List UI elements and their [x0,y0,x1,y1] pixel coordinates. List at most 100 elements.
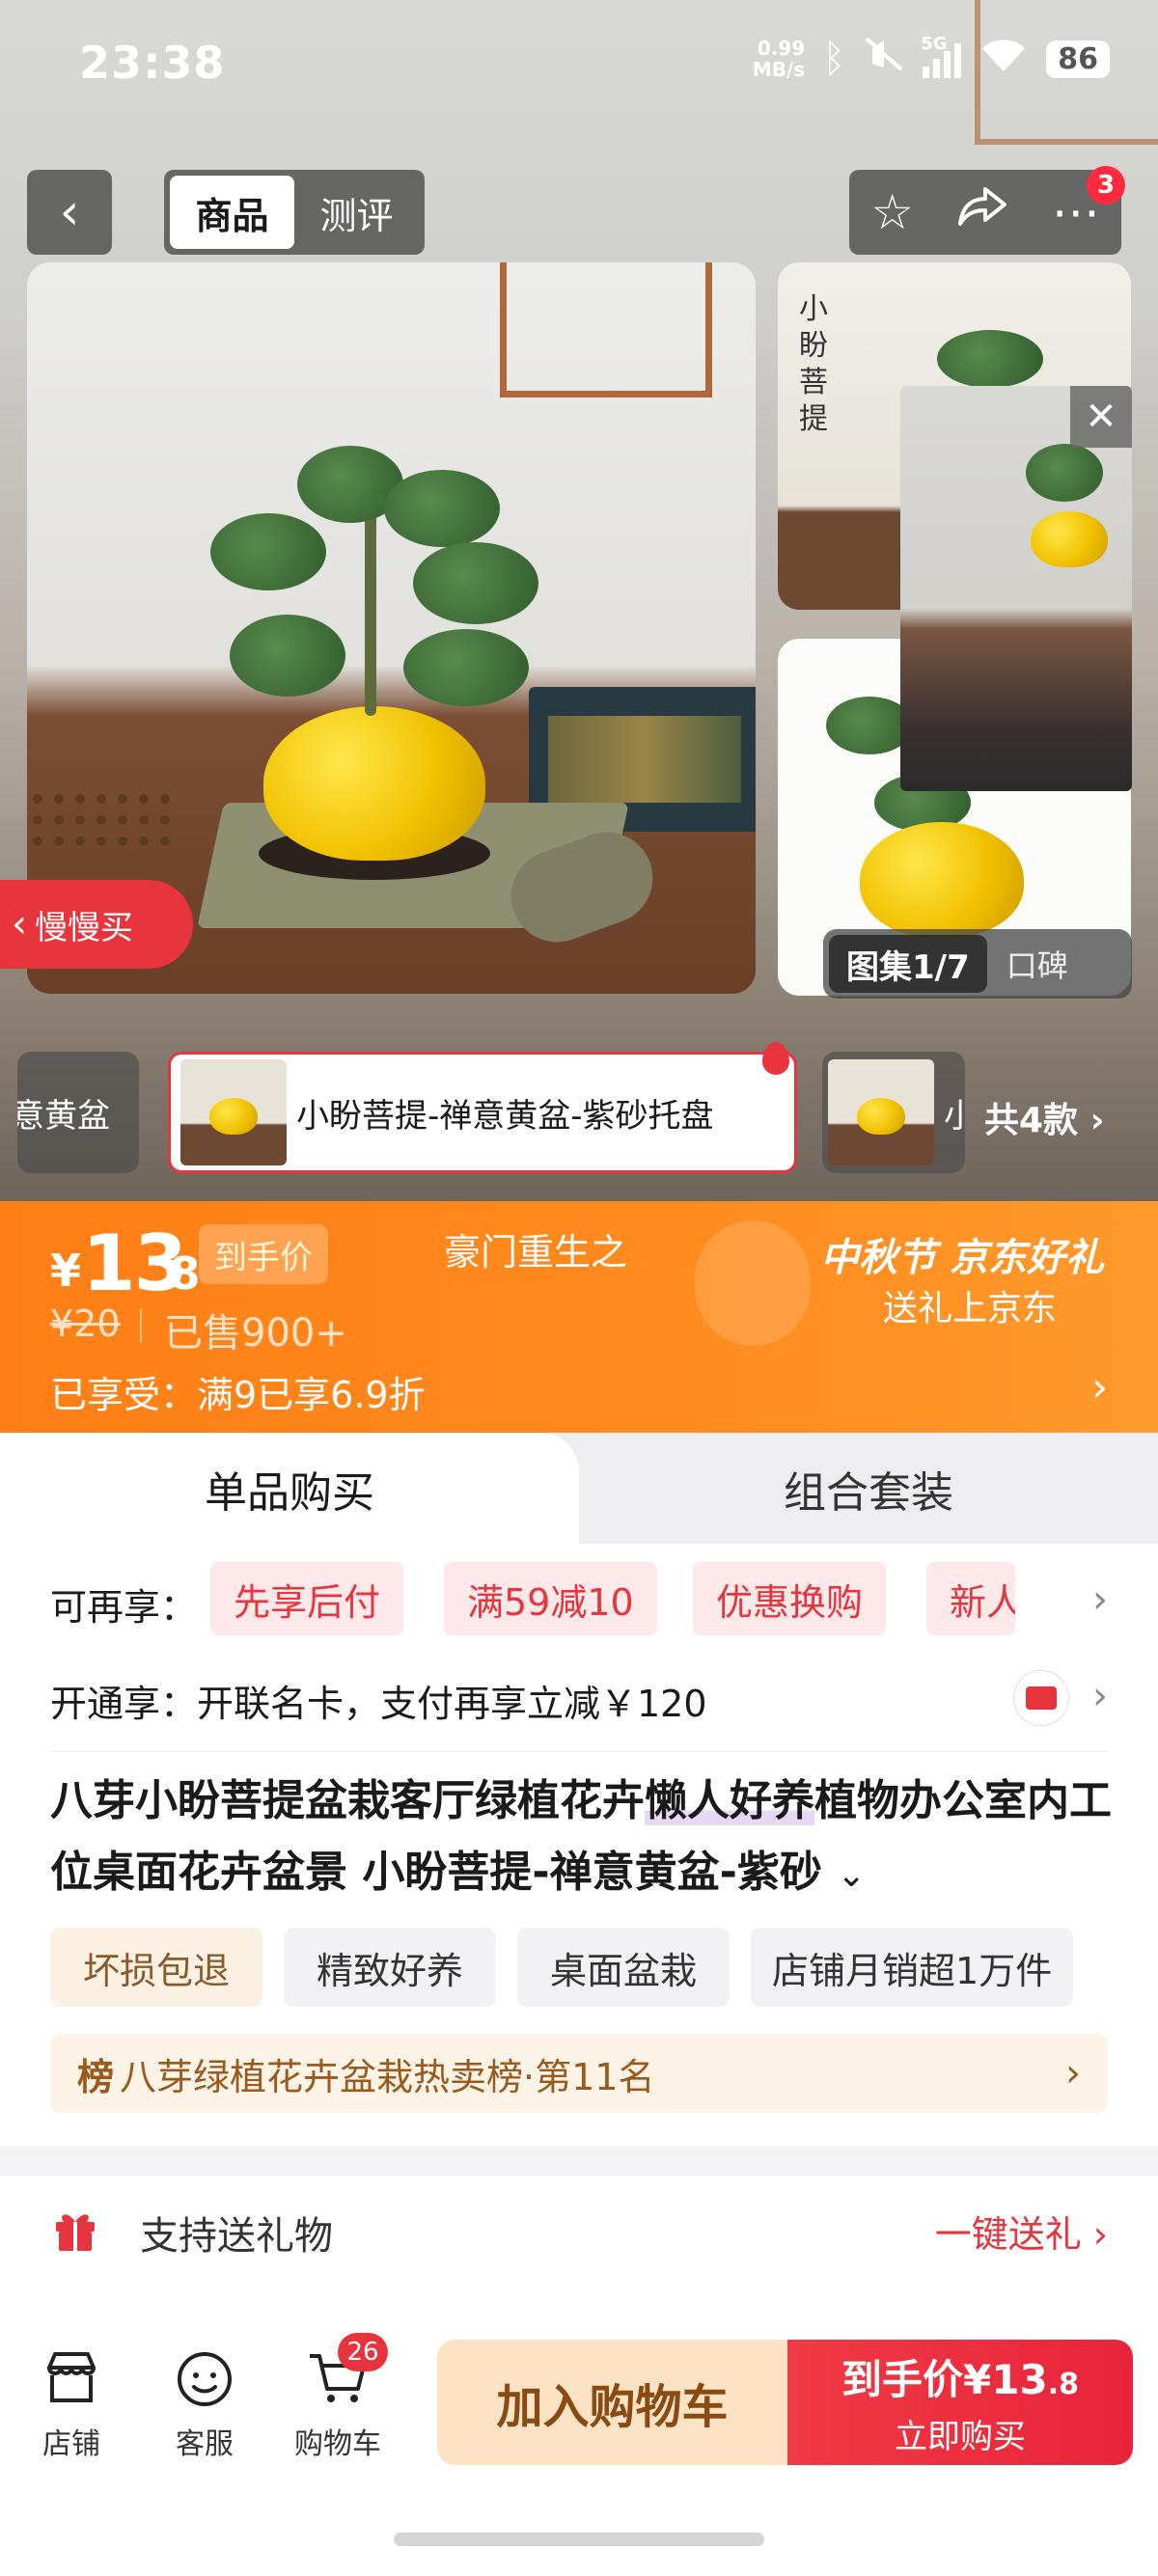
tab-product[interactable]: 商品 [170,176,294,249]
price-banner: ¥ 13 .8 到手价 豪门重生之 ¥20 已售900+ 已享受：满9已享6.9… [0,1201,1158,1433]
gallery-count[interactable]: 图集1/7 [829,935,987,993]
promo-chip[interactable]: 新人三 [926,1562,1015,1635]
nav-customer-service[interactable]: 客服 [147,2344,262,2462]
chevron-right-icon: › [1089,1101,1105,1140]
product-detail-page: 23:38 0.99 MB/s ᛒ 5G 86 ‹ 商品 测评 ☆ ⋯ 3 小盼… [0,0,1158,2576]
add-to-cart-button[interactable]: 加入购物车 [437,2340,787,2465]
membership-offer[interactable]: 开通享：开联名卡，支付再享立减￥120 [50,1674,707,1727]
hero-area: 23:38 0.99 MB/s ᛒ 5G 86 ‹ 商品 测评 ☆ ⋯ 3 小盼… [0,0,1158,1201]
image-leaf [403,629,529,706]
tab-review[interactable]: 测评 [294,176,419,249]
variant-item[interactable]: 意黄盆 [17,1052,139,1173]
chevron-right-icon: › [1065,2051,1081,2096]
thumbnail-leaf [937,330,1043,388]
one-click-gift-link[interactable]: 一键送礼 › [935,2205,1108,2258]
battery-indicator: 86 [1046,40,1110,78]
original-price: ¥20 [50,1302,121,1345]
header-actions: ☆ ⋯ 3 [849,166,1125,255]
mute-icon [863,35,905,83]
chevron-right-icon[interactable]: › [1092,1577,1108,1622]
enjoyed-discount[interactable]: 已享受：满9已享6.9折 [50,1365,426,1418]
image-leaf [210,513,326,590]
floating-video[interactable]: ✕ [900,386,1132,791]
thumbnail-pot [860,822,1024,938]
promo-chip[interactable]: 先享后付 [210,1562,404,1635]
banner-center-text: 豪门重生之 [444,1231,628,1274]
share-icon[interactable] [956,183,1008,241]
wifi-icon [979,35,1029,83]
chevron-left-icon: ‹ [12,902,27,946]
sold-count: 已售900+ [164,1311,347,1356]
thumbnail-vertical-text: 小盼菩提 [799,292,828,436]
nav-store[interactable]: 店铺 [14,2344,129,2462]
gift-label: 支持送礼物 [140,2214,333,2259]
ranking-banner[interactable]: 榜 八芽绿植花卉盆栽热卖榜·第11名 › [50,2034,1108,2113]
gallery-indicator[interactable]: 图集1/7 口碑 [823,929,1132,999]
promo-chip[interactable]: 满59减10 [444,1562,657,1635]
video-pot [1031,511,1108,567]
image-leaf [413,542,538,624]
image-stem [365,504,376,716]
tab-single[interactable]: 单品购买 [0,1433,579,1544]
home-indicator[interactable] [394,2533,764,2546]
variant-thumbnail [828,1059,934,1165]
gift-icon [56,2214,95,2251]
status-time: 23:38 [79,37,226,89]
tab-bundle[interactable]: 组合套装 [579,1433,1158,1544]
signal-icon: 5G [921,34,962,78]
ranking-text: 八芽绿植花卉盆栽热卖榜·第11名 [120,2055,655,2098]
close-video-button[interactable]: ✕ [1070,386,1132,448]
tag-chip: 精致好养 [284,1928,497,2007]
image-beads [27,788,172,856]
purchase-card: 组合套装 单品购买 可再享： 先享后付 满59减10 优惠换购 新人三 › 开通… [0,1433,1158,2147]
festival-subtitle: 送礼上京东 [883,1289,1058,1329]
final-price-tag: 到手价 [199,1224,328,1284]
hot-indicator-icon [762,1042,789,1075]
variant-thumbnail [180,1059,287,1165]
notification-badge: 3 [1087,166,1125,205]
header-tabs: 商品 测评 [164,170,425,255]
back-button[interactable]: ‹ [27,170,112,255]
status-bar: 23:38 0.99 MB/s ᛒ 5G 86 [0,0,1158,135]
chevron-left-icon: ‹ [59,183,80,241]
customer-service-icon [178,2352,232,2406]
ranking-badge: 榜 [77,2055,115,2098]
gift-row[interactable]: 支持送礼物 一键送礼 › [0,2176,1158,2291]
promo-chip[interactable]: 优惠换购 [693,1562,887,1635]
promo-label: 可再享： [50,1586,198,1629]
tag-chip: 店铺月销超1万件 [751,1928,1074,2007]
slow-buy-button[interactable]: ‹ 慢慢买 [0,880,193,969]
price-currency: ¥ [50,1245,82,1297]
cart-count-badge: 26 [338,2333,388,2371]
variant-pot [857,1098,905,1135]
variant-item[interactable]: 小 [822,1052,965,1173]
favorite-star-icon[interactable]: ☆ [870,184,914,240]
chevron-down-icon[interactable]: ⌄ [837,1855,866,1895]
reviews-tab[interactable]: 口碑 [987,942,1088,986]
status-icons: 0.99 MB/s ᛒ 5G 86 [753,34,1110,83]
video-leaf [1026,444,1103,502]
image-leaf [230,615,345,697]
variant-pot [209,1098,258,1135]
buy-now-button[interactable]: 到手价¥13.8 立即购买 [787,2340,1133,2465]
store-icon [47,2352,96,2402]
image-pot [263,706,485,861]
purchase-mode-tabs: 组合套装 单品购买 [0,1433,1158,1544]
chevron-right-icon[interactable]: › [1092,1674,1108,1718]
variant-count-link[interactable]: 共4款 › [984,1092,1104,1142]
price-separator [140,1309,142,1342]
credit-card-icon [1013,1670,1069,1726]
red-envelope-icon [695,1220,811,1346]
nav-cart[interactable]: 购物车 26 [280,2333,396,2462]
product-tags: 坏损包退 精致好养 桌面盆栽 店铺月销超1万件 [50,1928,1074,2007]
image-leaf [384,470,500,547]
variant-item-selected[interactable]: 小盼菩提-禅意黄盆-紫砂托盘 [168,1052,797,1173]
tag-chip: 坏损包退 [50,1928,263,2007]
tag-chip: 桌面盆栽 [517,1928,731,2007]
product-title[interactable]: 八芽小盼菩提盆栽客厅绿植花卉懒人好养植物办公室内工位桌面花卉盆景 小盼菩提-禅意… [50,1766,1112,1911]
image-wall-frame [500,262,712,397]
close-icon: ✕ [1085,395,1117,439]
price-decimal: .8 [152,1247,201,1300]
chevron-right-icon[interactable]: › [1091,1363,1108,1411]
festival-title: 中秋节 京东好礼 [820,1236,1104,1280]
